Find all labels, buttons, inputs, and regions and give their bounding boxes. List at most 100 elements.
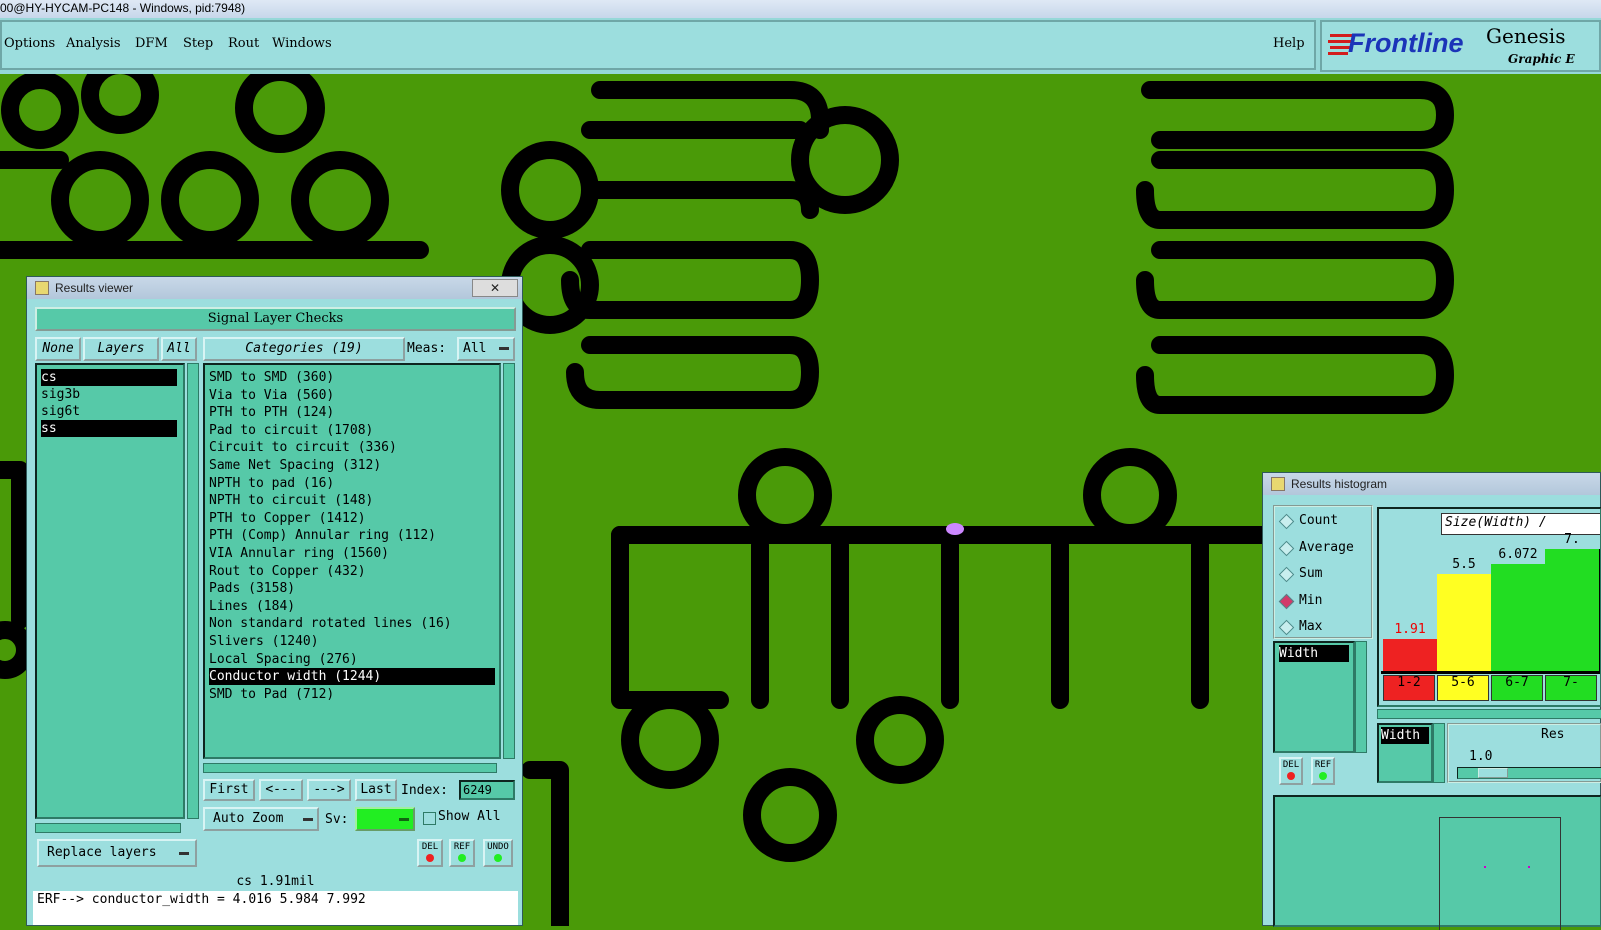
category-item[interactable]: PTH to Copper (1412): [209, 510, 495, 527]
bars-container: 1.91 5.5 6.072 7.: [1383, 532, 1600, 671]
product-text: Genesis: [1486, 24, 1566, 48]
category-item[interactable]: SMD to SMD (360): [209, 369, 495, 386]
menu-rout[interactable]: Rout: [228, 36, 259, 51]
radio-diamond-icon[interactable]: [1278, 619, 1295, 636]
radio-diamond-icon[interactable]: [1278, 593, 1295, 609]
category-item[interactable]: Pads (3158): [209, 580, 495, 597]
category-item[interactable]: Local Spacing (276): [209, 651, 495, 668]
first-button[interactable]: First: [203, 779, 255, 801]
auto-zoom-dropdown[interactable]: Auto Zoom: [203, 807, 319, 831]
bar-value-label: 6.072: [1498, 547, 1538, 563]
bin-label: 1-2: [1383, 675, 1435, 701]
menu-windows[interactable]: Windows: [272, 36, 332, 51]
ref-button[interactable]: REF: [449, 839, 475, 867]
category-item[interactable]: Conductor width (1244): [209, 668, 495, 686]
layers-button[interactable]: Layers: [83, 337, 159, 361]
field-item[interactable]: Width: [1381, 727, 1429, 744]
sv-color-dropdown[interactable]: [355, 807, 415, 831]
category-item[interactable]: SMD to Pad (712): [209, 686, 495, 703]
histogram-titlebar[interactable]: Results histogram: [1263, 473, 1600, 495]
histogram-bar[interactable]: [1437, 573, 1492, 671]
undo-label: UNDO: [487, 842, 509, 852]
field-list[interactable]: Width: [1273, 641, 1355, 753]
menu-analysis[interactable]: Analysis: [66, 36, 121, 51]
histogram-bar[interactable]: [1383, 638, 1438, 671]
radio-diamond-icon[interactable]: [1278, 540, 1295, 556]
brand-text: Frontline: [1348, 28, 1464, 58]
category-item[interactable]: Via to Via (560): [209, 387, 495, 404]
meas-dropdown[interactable]: All: [457, 337, 515, 361]
stat-option-label: Average: [1299, 539, 1354, 555]
results-viewer-titlebar[interactable]: Results viewer ✕: [27, 277, 522, 299]
field2-scrollbar[interactable]: [1433, 723, 1445, 783]
index-field[interactable]: 6249: [459, 780, 515, 800]
chart-hscrollbar[interactable]: [1377, 709, 1601, 719]
category-item[interactable]: Lines (184): [209, 598, 495, 615]
stat-option-label: Sum: [1299, 566, 1323, 581]
meas-value: All: [463, 341, 487, 356]
slider-handle[interactable]: [1478, 768, 1508, 778]
hist-del-button[interactable]: DEL: [1279, 757, 1303, 785]
none-button[interactable]: None: [35, 337, 81, 361]
category-item[interactable]: PTH (Comp) Annular ring (112): [209, 527, 495, 544]
field-scrollbar[interactable]: [1355, 641, 1367, 753]
red-dot-icon: [1287, 772, 1295, 780]
radio-diamond-icon[interactable]: [1278, 513, 1295, 530]
green-dot-icon: [458, 854, 466, 862]
radio-diamond-icon[interactable]: [1278, 566, 1295, 583]
category-item[interactable]: PTH to PTH (124): [209, 404, 495, 421]
layers-scrollbar[interactable]: [187, 363, 199, 819]
replace-layers-dropdown[interactable]: Replace layers: [37, 839, 197, 867]
layer-item[interactable]: ss: [41, 420, 177, 437]
categories-scrollbar[interactable]: [503, 363, 515, 759]
category-item[interactable]: Slivers (1240): [209, 633, 495, 650]
category-item[interactable]: Non standard rotated lines (16): [209, 615, 495, 632]
menu-help[interactable]: Help: [1273, 36, 1305, 51]
dropdown-icon: [499, 347, 509, 350]
field-list-2[interactable]: Width: [1377, 723, 1433, 783]
category-item[interactable]: Rout to Copper (432): [209, 563, 495, 580]
categories-button[interactable]: Categories (19): [203, 337, 405, 361]
stat-option-label: Max: [1299, 619, 1323, 634]
category-item[interactable]: NPTH to pad (16): [209, 475, 495, 492]
next-button[interactable]: --->: [307, 779, 351, 801]
layers-list[interactable]: cs sig3b sig6t ss: [35, 363, 185, 819]
category-item[interactable]: VIA Annular ring (1560): [209, 545, 495, 562]
selection-marker: [946, 523, 964, 535]
dropdown-icon: [399, 818, 409, 821]
close-icon[interactable]: ✕: [472, 279, 518, 297]
message-line: ERF--> conductor_width = 4.016 5.984 7.9…: [33, 891, 518, 925]
layer-item[interactable]: sig3b: [41, 386, 177, 403]
category-item[interactable]: Circuit to circuit (336): [209, 439, 495, 456]
all-button[interactable]: All: [161, 337, 197, 361]
histogram-bar[interactable]: [1545, 548, 1600, 671]
histogram-bar[interactable]: [1491, 564, 1546, 671]
auto-zoom-label: Auto Zoom: [213, 811, 284, 826]
category-item[interactable]: Same Net Spacing (312): [209, 457, 495, 474]
del-button[interactable]: DEL: [417, 839, 443, 867]
preview-panel: [1273, 795, 1601, 930]
layers-hscrollbar[interactable]: [35, 823, 181, 833]
hist-ref-button[interactable]: REF: [1311, 757, 1335, 785]
field-item[interactable]: Width: [1279, 645, 1349, 662]
baseline: [1381, 671, 1600, 674]
status-line: cs 1.91mil: [33, 873, 518, 891]
res-slider[interactable]: [1457, 767, 1601, 779]
show-all-checkbox[interactable]: [423, 812, 436, 825]
menu-options[interactable]: Options: [4, 36, 55, 51]
index-label: Index:: [401, 783, 448, 798]
categories-hscrollbar[interactable]: [203, 763, 497, 773]
menu-step[interactable]: Step: [183, 36, 213, 51]
sv-label: Sv:: [325, 812, 349, 827]
category-item[interactable]: Pad to circuit (1708): [209, 422, 495, 439]
last-button[interactable]: Last: [355, 779, 397, 801]
category-item[interactable]: NPTH to circuit (148): [209, 492, 495, 509]
frontline-logo: Frontline Genesis Graphic E: [1320, 20, 1601, 72]
categories-list[interactable]: SMD to SMD (360) Via to Via (560) PTH to P…: [203, 363, 501, 759]
app-icon: [35, 281, 49, 295]
prev-button[interactable]: <---: [259, 779, 303, 801]
undo-button[interactable]: UNDO: [483, 839, 513, 867]
layer-item[interactable]: cs: [41, 369, 177, 386]
layer-item[interactable]: sig6t: [41, 403, 177, 420]
menu-dfm[interactable]: DFM: [135, 36, 168, 51]
